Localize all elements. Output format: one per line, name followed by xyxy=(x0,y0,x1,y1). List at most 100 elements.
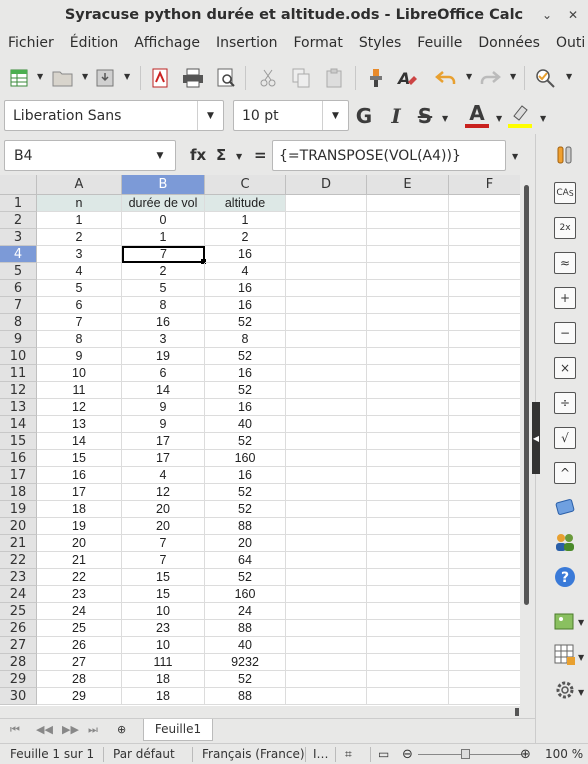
table-cell[interactable] xyxy=(367,467,449,484)
table-cell[interactable] xyxy=(449,535,520,552)
table-cell[interactable]: 26 xyxy=(37,637,122,654)
table-cell[interactable] xyxy=(286,518,367,535)
insert-table-dropdown-icon[interactable]: ▼ xyxy=(578,653,584,662)
table-cell[interactable] xyxy=(286,263,367,280)
table-cell[interactable] xyxy=(449,348,520,365)
strike-dropdown-icon[interactable]: ▼ xyxy=(442,114,448,123)
2x-icon[interactable]: 2x xyxy=(554,217,576,239)
table-cell[interactable]: 6 xyxy=(37,297,122,314)
table-cell[interactable]: 10 xyxy=(37,365,122,382)
table-cell[interactable] xyxy=(367,229,449,246)
table-cell[interactable] xyxy=(286,365,367,382)
table-cell[interactable]: 16 xyxy=(205,365,286,382)
row-header[interactable]: 18 xyxy=(0,484,37,501)
table-cell[interactable] xyxy=(286,535,367,552)
table-cell[interactable]: 8 xyxy=(205,331,286,348)
row-header[interactable]: 2 xyxy=(0,212,37,229)
redo-icon[interactable] xyxy=(477,65,503,91)
column-header-e[interactable]: E xyxy=(367,175,449,195)
table-cell[interactable] xyxy=(286,552,367,569)
row-header[interactable]: 25 xyxy=(0,603,37,620)
table-cell[interactable]: 19 xyxy=(37,518,122,535)
table-cell[interactable]: 9 xyxy=(122,416,205,433)
table-cell[interactable]: 88 xyxy=(205,620,286,637)
table-cell[interactable] xyxy=(367,297,449,314)
row-header[interactable]: 29 xyxy=(0,671,37,688)
table-cell[interactable] xyxy=(367,620,449,637)
table-cell[interactable]: 15 xyxy=(122,586,205,603)
table-cell[interactable] xyxy=(449,603,520,620)
clear-format-icon[interactable]: A xyxy=(394,65,420,91)
table-cell[interactable] xyxy=(367,484,449,501)
row-header[interactable]: 3 xyxy=(0,229,37,246)
column-title-cell[interactable]: altitude xyxy=(205,195,286,212)
table-cell[interactable] xyxy=(286,382,367,399)
table-cell[interactable]: 160 xyxy=(205,450,286,467)
settings-gear-icon[interactable] xyxy=(554,679,576,701)
table-cell[interactable] xyxy=(449,620,520,637)
sqrt-icon[interactable]: √ xyxy=(554,427,576,449)
table-cell[interactable] xyxy=(286,416,367,433)
plus-icon[interactable]: + xyxy=(554,287,576,309)
table-cell[interactable]: 24 xyxy=(205,603,286,620)
table-cell[interactable]: 11 xyxy=(37,382,122,399)
column-title-cell[interactable]: durée de vol xyxy=(122,195,205,212)
table-cell[interactable] xyxy=(286,484,367,501)
help-icon[interactable]: ? xyxy=(554,566,576,588)
zoom-in-button[interactable]: ⊕ xyxy=(520,747,531,762)
table-cell[interactable] xyxy=(367,654,449,671)
spellcheck-dropdown-icon[interactable]: ▼ xyxy=(566,72,572,81)
chevron-down-icon[interactable]: ▼ xyxy=(145,141,175,170)
expand-formula-icon[interactable]: ▼ xyxy=(512,152,518,161)
table-cell[interactable]: 20 xyxy=(205,535,286,552)
menu-styles[interactable]: Styles xyxy=(351,35,409,51)
table-cell[interactable]: 21 xyxy=(37,552,122,569)
table-cell[interactable]: 3 xyxy=(122,331,205,348)
table-cell[interactable]: 18 xyxy=(37,501,122,518)
font-size-combo[interactable]: 10 pt ▼ xyxy=(233,100,349,131)
table-cell[interactable] xyxy=(449,416,520,433)
times-icon[interactable]: × xyxy=(554,357,576,379)
column-title-cell[interactable] xyxy=(367,195,449,212)
row-header[interactable]: 11 xyxy=(0,365,37,382)
table-cell[interactable] xyxy=(367,348,449,365)
table-cell[interactable]: 12 xyxy=(37,399,122,416)
menu-fichier[interactable]: Fichier xyxy=(0,35,62,51)
table-cell[interactable]: 12 xyxy=(122,484,205,501)
row-header[interactable]: 27 xyxy=(0,637,37,654)
table-cell[interactable]: 16 xyxy=(205,297,286,314)
table-cell[interactable]: 9232 xyxy=(205,654,286,671)
table-cell[interactable]: 88 xyxy=(205,518,286,535)
column-header-f[interactable]: F xyxy=(449,175,520,195)
zoom-slider-knob[interactable] xyxy=(461,749,470,759)
table-cell[interactable] xyxy=(286,501,367,518)
table-cell[interactable] xyxy=(449,688,520,705)
table-cell[interactable] xyxy=(286,688,367,705)
table-cell[interactable]: 17 xyxy=(37,484,122,501)
table-cell[interactable]: 16 xyxy=(37,467,122,484)
table-cell[interactable]: 14 xyxy=(37,433,122,450)
table-cell[interactable]: 160 xyxy=(205,586,286,603)
table-cell[interactable]: 22 xyxy=(37,569,122,586)
table-cell[interactable]: 88 xyxy=(205,688,286,705)
row-header[interactable]: 24 xyxy=(0,586,37,603)
table-cell[interactable] xyxy=(367,603,449,620)
table-cell[interactable] xyxy=(449,365,520,382)
print-icon[interactable] xyxy=(180,65,206,91)
insert-image-icon[interactable] xyxy=(554,610,576,632)
table-cell[interactable] xyxy=(367,280,449,297)
table-cell[interactable] xyxy=(449,654,520,671)
insert-table-icon[interactable] xyxy=(554,644,576,666)
first-sheet-icon[interactable]: ⏮ xyxy=(10,723,20,737)
table-cell[interactable]: 8 xyxy=(37,331,122,348)
table-cell[interactable]: 18 xyxy=(122,688,205,705)
row-header[interactable]: 9 xyxy=(0,331,37,348)
row-header[interactable]: 21 xyxy=(0,535,37,552)
table-cell[interactable] xyxy=(367,331,449,348)
table-cell[interactable] xyxy=(367,552,449,569)
horizontal-scrollbar[interactable] xyxy=(0,706,535,718)
last-sheet-icon[interactable]: ⏭ xyxy=(88,723,98,737)
table-cell[interactable] xyxy=(367,212,449,229)
page-style[interactable]: Par défaut xyxy=(113,747,175,761)
copy-icon[interactable] xyxy=(288,65,314,91)
